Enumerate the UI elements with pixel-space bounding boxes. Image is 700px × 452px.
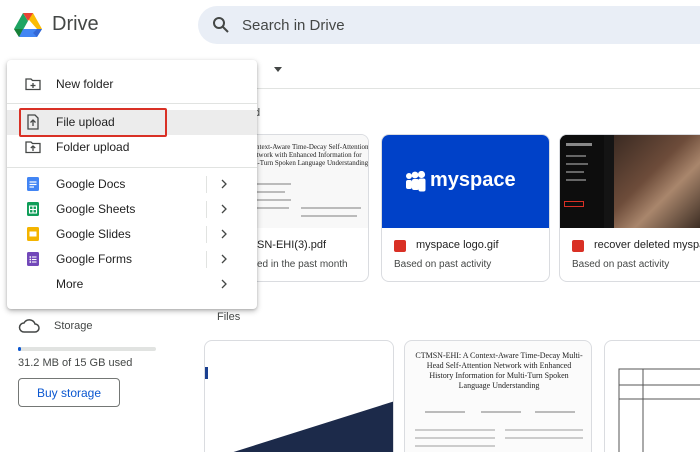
menu-item-label: New folder [56,77,114,91]
menu-separator [206,201,207,218]
menu-item-file-upload[interactable]: File upload [7,108,257,137]
google-forms-icon [27,252,39,266]
file-reason: Based on past activity [572,259,670,270]
chevron-right-icon[interactable] [219,252,229,266]
file-card[interactable] [604,340,700,452]
menu-item-label: More [56,277,84,291]
chevron-right-icon[interactable] [219,227,229,241]
menu-item-new-folder[interactable]: New folder [7,72,257,97]
google-sheets-icon [27,202,39,216]
file-reason: ed in the past month [257,259,348,270]
chevron-right-icon[interactable] [219,177,229,191]
thumbnail-text: myspace [430,169,516,191]
menu-item-google-forms[interactable]: Google Forms [7,247,257,272]
file-reason: Based on past activity [394,259,492,270]
thumbnail-photo [614,135,700,228]
storage-used-text: 31.2 MB of 15 GB used [18,357,133,369]
menu-separator [206,176,207,193]
file-thumbnail [205,367,393,452]
files-section-label: Files [217,311,241,323]
file-card[interactable]: CTMSN-EHI: A Context-Aware Time-Decay Mu… [404,340,592,452]
google-slides-icon [27,227,39,241]
file-name: SN-EHI(3).pdf [257,239,327,251]
storage-label[interactable]: Storage [54,320,93,332]
suggested-file-card[interactable]: myspace myspace logo.gif Based on past a… [381,134,550,282]
menu-separator [206,251,207,268]
file-card[interactable] [204,340,394,452]
storage-usage-fill [18,347,21,351]
menu-item-label: Folder upload [56,140,130,154]
search-bar[interactable] [198,6,700,44]
menu-divider [7,103,257,104]
menu-item-google-sheets[interactable]: Google Sheets [7,197,257,222]
buy-storage-button[interactable]: Buy storage [18,378,120,407]
file-name: myspace logo.gif [416,239,499,251]
menu-item-google-docs[interactable]: Google Docs [7,172,257,197]
new-item-menu: New folder File upload Folder upload Goo… [7,60,257,309]
file-thumbnail: myspace [382,135,549,228]
file-thumbnail [618,368,700,452]
menu-divider [7,167,257,168]
file-name: recover deleted myspa [594,239,700,251]
search-input[interactable] [242,15,642,35]
new-folder-icon [25,78,41,91]
chevron-right-icon[interactable] [219,202,229,216]
highlight-annotation [19,108,167,137]
chevron-right-icon[interactable] [219,277,229,291]
menu-item-label: Google Sheets [56,202,136,216]
divider [199,88,700,89]
menu-item-folder-upload[interactable]: Folder upload [7,135,257,160]
chevron-down-icon[interactable] [274,67,282,72]
menu-item-label: Google Slides [56,227,131,241]
google-docs-icon [27,177,39,191]
storage-usage-bar [18,347,156,351]
thumbnail-text: A Context-Aware Time-Decay Self-Attentio… [241,143,369,167]
drive-logo-icon[interactable] [14,12,42,38]
menu-item-google-slides[interactable]: Google Slides [7,222,257,247]
menu-item-more[interactable]: More [7,272,257,297]
top-header: Drive [0,0,700,50]
menu-separator [206,226,207,243]
file-thumbnail [560,135,700,228]
cloud-icon[interactable] [18,317,40,333]
suggested-file-card[interactable]: recover deleted myspa Based on past acti… [559,134,700,282]
menu-item-label: Google Docs [56,177,126,191]
folder-upload-icon [25,141,41,154]
app-name[interactable]: Drive [52,13,99,36]
image-file-icon [394,240,406,252]
thumbnail-sidebar [560,135,604,228]
menu-item-label: Google Forms [56,252,133,266]
search-icon[interactable] [212,16,230,34]
thumbnail-text: CTMSN-EHI: A Context-Aware Time-Decay Mu… [415,351,583,390]
myspace-people-icon [406,171,426,192]
image-file-icon [572,240,584,252]
